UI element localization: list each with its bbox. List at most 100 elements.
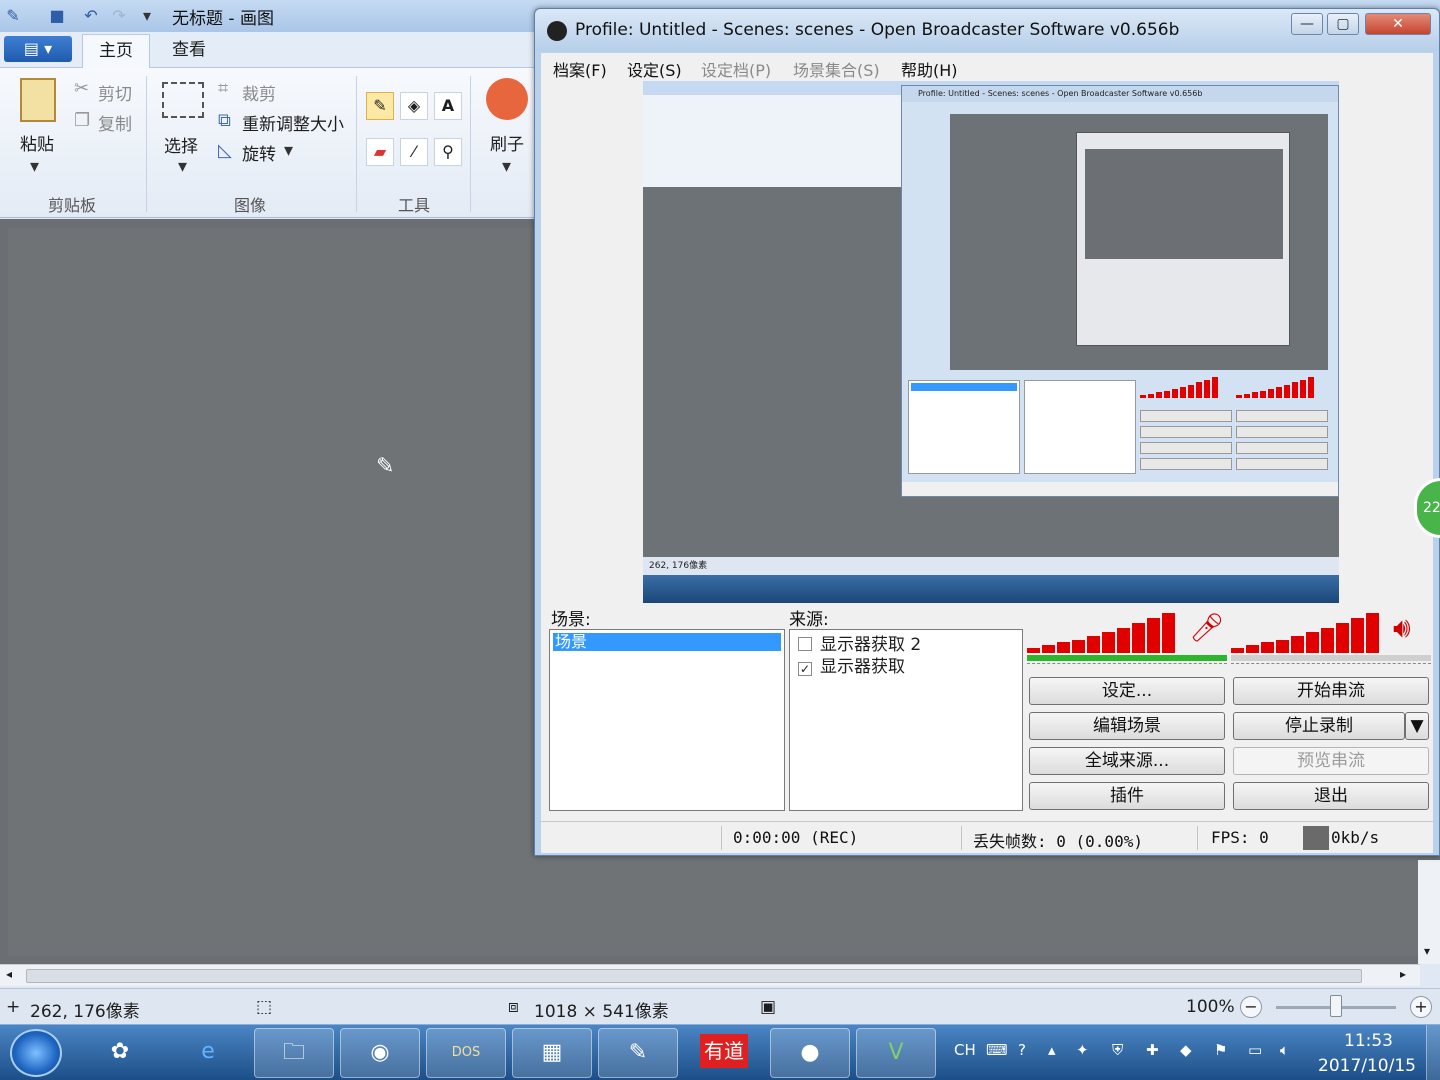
scroll-down-icon[interactable]: ▾ [1424, 944, 1430, 958]
crop-button[interactable]: 裁剪 [242, 80, 276, 105]
select-button[interactable]: 选择 [164, 132, 198, 157]
tab-view[interactable]: 查看 [156, 34, 222, 68]
tray-misc-icon[interactable]: ◆ [1180, 1041, 1192, 1059]
desktop-volume-meter[interactable] [1231, 611, 1381, 653]
speaker-icon[interactable]: 🔊︎ [1393, 611, 1411, 645]
nested-meter-bar [1204, 380, 1210, 398]
select-icon[interactable] [162, 82, 204, 118]
paint-app-icon[interactable]: ✎ [2, 5, 24, 27]
menu-profiles[interactable]: 设定档(P) [701, 57, 771, 81]
menu-settings[interactable]: 设定(S) [627, 57, 682, 81]
save-icon[interactable]: ■ [46, 5, 68, 27]
start-button[interactable] [10, 1029, 62, 1077]
mic-volume-slider[interactable] [1027, 655, 1227, 661]
maximize-icon[interactable]: ▢ [1327, 13, 1359, 35]
taskbar-calculator-icon[interactable]: ▦ [512, 1028, 592, 1078]
stop-recording-button[interactable]: 停止录制 [1233, 712, 1405, 740]
keyboard-icon[interactable]: ⌨ [986, 1041, 1008, 1059]
taskbar-vim-icon[interactable]: V [856, 1028, 936, 1078]
tab-home[interactable]: 主页 [82, 34, 150, 68]
scroll-left-icon[interactable]: ◂ [6, 967, 12, 981]
nested-taskbar [643, 575, 1339, 603]
desktop-volume-slider[interactable] [1231, 655, 1431, 661]
source-list-item[interactable]: 显示器获取 2 [798, 634, 921, 656]
show-desktop-button[interactable] [1426, 1025, 1440, 1080]
settings-button[interactable]: 设定... [1029, 677, 1225, 705]
taskbar-explorer-icon[interactable]: 🗀︎ [254, 1028, 334, 1078]
horizontal-scroll-thumb[interactable] [26, 969, 1362, 983]
taskbar-obs-icon[interactable]: ● [770, 1028, 850, 1078]
shield-icon[interactable]: ⛨ [1112, 1041, 1123, 1059]
brush-icon[interactable] [486, 78, 528, 120]
zoom-slider-thumb[interactable] [1330, 995, 1342, 1017]
zoom-out-icon[interactable]: − [1240, 996, 1262, 1018]
edit-scene-button[interactable]: 编辑场景 [1029, 712, 1225, 740]
mic-volume-meter[interactable] [1027, 611, 1177, 653]
color-picker-tool-icon[interactable]: ⁄ [400, 138, 428, 166]
qat-dropdown-icon[interactable]: ▾ [136, 5, 158, 27]
network-icon[interactable]: ▭ [1248, 1041, 1262, 1059]
scenes-list[interactable]: 场景 [549, 629, 785, 811]
taskbar-dosbox-icon[interactable]: DOS [426, 1028, 506, 1078]
select-dropdown-icon[interactable]: ▾ [178, 156, 187, 177]
scene-list-item[interactable]: 场景 [553, 633, 781, 651]
preview-stream-button[interactable]: 预览串流 [1233, 747, 1429, 775]
copy-button[interactable]: 复制 [98, 110, 132, 135]
text-tool-icon[interactable]: A [434, 92, 462, 120]
paste-icon[interactable] [20, 78, 56, 122]
source-checkbox[interactable] [798, 637, 812, 651]
brushes-button[interactable]: 刷子 [490, 130, 524, 155]
redo-icon[interactable]: ↷ [108, 5, 130, 27]
vertical-scrollbar[interactable]: ▾ [1418, 860, 1440, 964]
input-language-indicator[interactable]: CH [954, 1041, 976, 1059]
clock-date[interactable]: 2017/10/15 [1318, 1056, 1416, 1076]
taskbar-color-app-icon[interactable]: ✿ [80, 1028, 160, 1078]
taskbar-youdao-button[interactable]: 有道 [684, 1028, 764, 1078]
cut-button[interactable]: 剪切 [98, 80, 132, 105]
magnifier-tool-icon[interactable]: ⚲ [434, 138, 462, 166]
horizontal-scrollbar[interactable]: ◂ ▸ [0, 964, 1420, 986]
zoom-in-icon[interactable]: + [1410, 996, 1432, 1018]
rotate-button[interactable]: 旋转 [242, 140, 276, 165]
paint-file-menu-button[interactable]: ▤ ▾ [4, 36, 72, 62]
pencil-tool-icon[interactable]: ✎ [366, 92, 394, 120]
nested-meter-bar [1276, 387, 1282, 398]
minimize-icon[interactable]: — [1291, 13, 1323, 35]
nested-scene-item [911, 383, 1017, 391]
action-center-flag-icon[interactable]: ⚑ [1214, 1041, 1227, 1059]
undo-icon[interactable]: ↶ [80, 5, 102, 27]
taskbar-color-wheel-icon[interactable]: ◉ [340, 1028, 420, 1078]
start-stream-button[interactable]: 开始串流 [1233, 677, 1429, 705]
obs-preview[interactable]: Profile: Untitled - Scenes: scenes - Ope… [643, 81, 1339, 603]
menu-file[interactable]: 档案(F) [553, 57, 607, 81]
tray-app-icon[interactable]: ✦ [1076, 1041, 1089, 1059]
clock-time[interactable]: 11:53 [1344, 1031, 1393, 1051]
help-icon[interactable]: ? [1018, 1041, 1026, 1059]
source-list-item[interactable]: ✓ 显示器获取 [798, 656, 905, 678]
obs-statusbar: 0:00:00 (REC) 丢失帧数: 0 (0.00%) FPS: 0 0kb… [541, 821, 1433, 853]
exit-button[interactable]: 退出 [1233, 782, 1429, 810]
volume-icon[interactable]: 🔈︎ [1280, 1041, 1289, 1059]
paste-dropdown-icon[interactable]: ▾ [30, 156, 39, 177]
plugins-button[interactable]: 插件 [1029, 782, 1225, 810]
paste-button[interactable]: 粘贴 [20, 130, 54, 155]
rotate-dropdown-icon[interactable]: ▾ [284, 140, 293, 161]
brushes-dropdown-icon[interactable]: ▾ [502, 156, 511, 177]
taskbar-ie-icon[interactable]: e [168, 1028, 248, 1078]
source-checkbox[interactable]: ✓ [798, 662, 812, 676]
security-plus-icon[interactable]: ✚ [1146, 1041, 1159, 1059]
recording-dropdown-icon[interactable]: ▼ [1405, 712, 1429, 740]
resize-button[interactable]: 重新调整大小 [242, 110, 344, 135]
tray-expand-icon[interactable]: ▴ [1048, 1041, 1056, 1059]
sources-list[interactable]: 显示器获取 2 ✓ 显示器获取 [789, 629, 1023, 811]
taskbar-paint-icon[interactable]: ✎ [598, 1028, 678, 1078]
fill-tool-icon[interactable]: ◈ [400, 92, 428, 120]
microphone-icon[interactable]: 🎤︎ [1189, 611, 1225, 644]
scroll-right-icon[interactable]: ▸ [1400, 967, 1406, 981]
close-icon[interactable]: ✕ [1365, 13, 1431, 35]
eraser-tool-icon[interactable]: ▰ [366, 138, 394, 166]
menu-help[interactable]: 帮助(H) [901, 57, 958, 81]
menu-scene-collection[interactable]: 场景集合(S) [793, 57, 880, 81]
nested-obs-preview [950, 114, 1328, 370]
global-sources-button[interactable]: 全域来源... [1029, 747, 1225, 775]
